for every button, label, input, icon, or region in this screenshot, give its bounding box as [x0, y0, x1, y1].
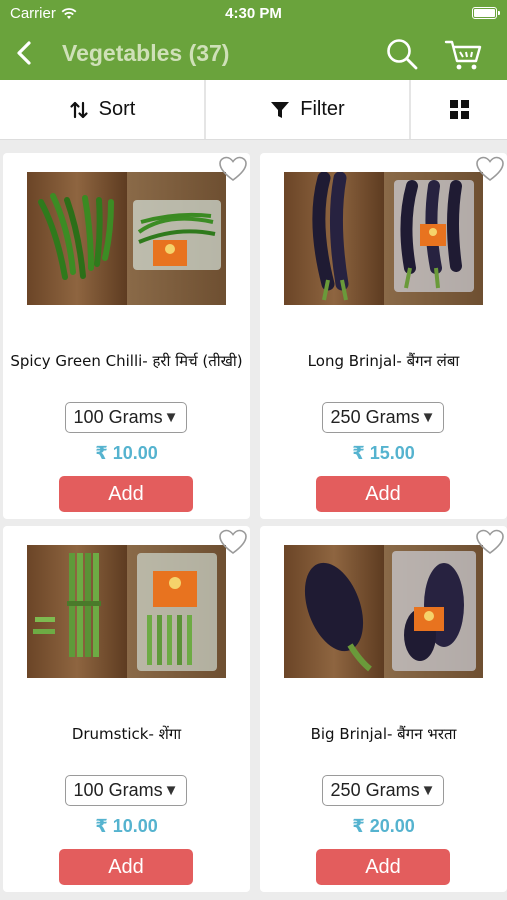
search-icon[interactable] — [384, 36, 420, 72]
quantity-value: 250 Grams — [330, 407, 420, 427]
quantity-value: 100 Grams — [73, 407, 163, 427]
quantity-select[interactable]: 250 Grams ▼ — [322, 775, 444, 806]
grid-icon — [449, 100, 469, 119]
status-time: 4:30 PM — [225, 5, 282, 22]
heart-icon[interactable] — [475, 155, 505, 183]
product-card[interactable]: Drumstick- शेंगा 100 Grams ▼ ₹ 10.00 Add — [3, 526, 250, 892]
product-price: ₹ 20.00 — [352, 816, 415, 836]
sort-button[interactable]: Sort — [0, 80, 206, 139]
product-price: ₹ 10.00 — [95, 816, 158, 836]
page-title: Vegetables (37) — [62, 40, 230, 66]
battery-icon — [472, 7, 500, 19]
add-button[interactable]: Add — [316, 849, 450, 885]
product-price: ₹ 15.00 — [352, 443, 415, 463]
sort-icon — [70, 101, 88, 118]
product-name: Drumstick- शेंगा — [71, 725, 182, 743]
nav-bar: Vegetables (37) — [0, 28, 507, 80]
product-card[interactable]: Long Brinjal- बैंगन लंबा 250 Grams ▼ ₹ 1… — [260, 153, 507, 519]
chevron-left-icon[interactable] — [10, 38, 40, 68]
product-name: Long Brinjal- बैंगन लंबा — [307, 352, 460, 370]
filter-icon — [271, 101, 290, 118]
product-image — [27, 172, 226, 305]
product-card[interactable]: Big Brinjal- बैंगन भरता 250 Grams ▼ ₹ 20… — [260, 526, 507, 892]
product-card[interactable]: Spicy Green Chilli- हरी मिर्च (तीखी) 100… — [3, 153, 250, 519]
caret-down-icon: ▼ — [420, 782, 436, 799]
caret-down-icon: ▼ — [163, 782, 179, 799]
product-image — [27, 545, 226, 678]
caret-down-icon: ▼ — [163, 409, 179, 426]
add-button[interactable]: Add — [59, 476, 193, 512]
add-button[interactable]: Add — [316, 476, 450, 512]
add-button[interactable]: Add — [59, 849, 193, 885]
sort-label: Sort — [98, 98, 136, 120]
cart-icon[interactable] — [443, 36, 483, 72]
heart-icon[interactable] — [218, 528, 248, 556]
product-name: Spicy Green Chilli- हरी मिर्च (तीखी) — [10, 352, 243, 370]
product-image — [284, 172, 483, 305]
quantity-value: 100 Grams — [73, 780, 163, 800]
quantity-select[interactable]: 250 Grams ▼ — [322, 402, 444, 433]
heart-icon[interactable] — [475, 528, 505, 556]
status-bar: Carrier 4:30 PM — [0, 0, 507, 28]
product-name: Big Brinjal- बैंगन भरता — [310, 725, 457, 743]
toolbar: Sort Filter — [0, 80, 507, 140]
grid-view-button[interactable] — [411, 80, 507, 139]
quantity-select[interactable]: 100 Grams ▼ — [65, 402, 187, 433]
product-image — [284, 545, 483, 678]
filter-button[interactable]: Filter — [206, 80, 411, 139]
heart-icon[interactable] — [218, 155, 248, 183]
product-price: ₹ 10.00 — [95, 443, 158, 463]
caret-down-icon: ▼ — [420, 409, 436, 426]
quantity-select[interactable]: 100 Grams ▼ — [65, 775, 187, 806]
quantity-value: 250 Grams — [330, 780, 420, 800]
filter-label: Filter — [300, 98, 345, 120]
